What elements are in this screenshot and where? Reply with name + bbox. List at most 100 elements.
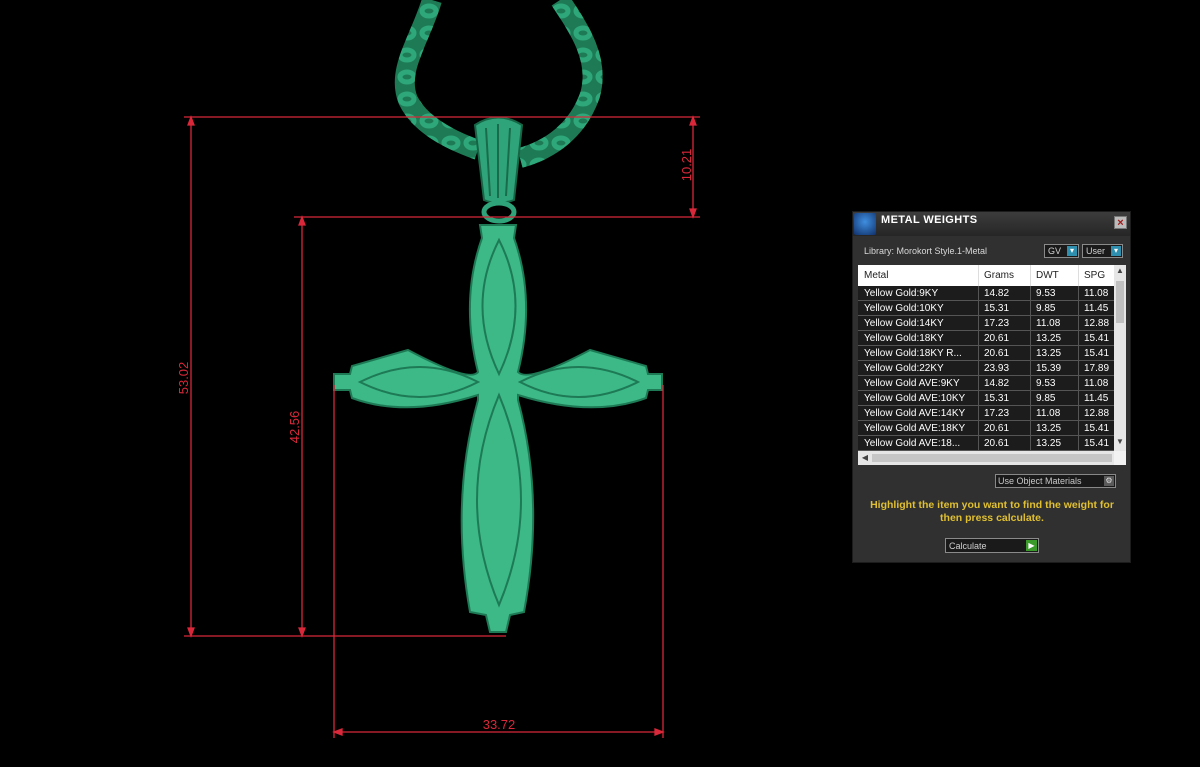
- table-row[interactable]: Yellow Gold:18KY R... 20.61 13.25 15.41: [858, 346, 1114, 361]
- column-divider: [1078, 316, 1079, 331]
- calculate-label: Calculate: [949, 541, 987, 551]
- cell-spg: 15.41: [1084, 423, 1110, 434]
- column-divider: [978, 331, 979, 346]
- column-header-metal[interactable]: Metal: [864, 270, 888, 281]
- cell-metal: Yellow Gold:9KY: [864, 288, 939, 299]
- library-label: Library: Morokort Style.1-Metal: [864, 246, 988, 256]
- pendant-bail: [473, 116, 524, 224]
- user-dropdown-value: User: [1086, 246, 1106, 256]
- chevron-down-icon: ▾: [1111, 246, 1121, 256]
- column-header-dwt[interactable]: DWT: [1036, 270, 1059, 281]
- cell-grams: 20.61: [984, 423, 1010, 434]
- cell-grams: 17.23: [984, 408, 1010, 419]
- scroll-up-icon[interactable]: ▲: [1114, 266, 1126, 275]
- table-row[interactable]: Yellow Gold:9KY 14.82 9.53 11.08: [858, 286, 1114, 301]
- cell-spg: 17.89: [1084, 363, 1110, 374]
- column-header-grams[interactable]: Grams: [984, 270, 1014, 281]
- cell-metal: Yellow Gold AVE:14KY: [864, 408, 966, 419]
- cell-grams: 20.61: [984, 333, 1010, 344]
- close-icon[interactable]: ×: [1114, 216, 1127, 229]
- vertical-scrollbar[interactable]: ▲ ▼: [1114, 265, 1126, 451]
- cell-spg: 15.41: [1084, 348, 1110, 359]
- table-row[interactable]: Yellow Gold:22KY 23.93 15.39 17.89: [858, 361, 1114, 376]
- column-divider: [1030, 346, 1031, 361]
- cross-width-label: 33.72: [483, 717, 516, 732]
- play-icon: ▶: [1026, 540, 1037, 551]
- cell-dwt: 9.53: [1036, 378, 1056, 389]
- cell-spg: 11.45: [1084, 393, 1109, 404]
- cell-spg: 12.88: [1084, 408, 1110, 419]
- cell-dwt: 9.85: [1036, 303, 1056, 314]
- cell-spg: 11.08: [1084, 288, 1109, 299]
- column-divider: [1078, 265, 1079, 286]
- cell-metal: Yellow Gold AVE:18KY: [864, 423, 966, 434]
- instructions-text: Highlight the item you want to find the …: [870, 499, 1114, 524]
- scroll-left-icon[interactable]: ◀: [859, 453, 871, 462]
- column-divider: [978, 265, 979, 286]
- panel-titlebar[interactable]: METAL WEIGHTS ×: [853, 212, 1130, 236]
- column-divider: [1078, 331, 1079, 346]
- cell-metal: Yellow Gold:14KY: [864, 318, 944, 329]
- unit-dropdown-value: GV: [1048, 246, 1062, 256]
- calculate-button[interactable]: Calculate ▶: [945, 538, 1039, 553]
- cell-dwt: 13.25: [1036, 348, 1062, 359]
- column-header-spg[interactable]: SPG: [1084, 270, 1105, 281]
- column-divider: [1030, 406, 1031, 421]
- panel-title: METAL WEIGHTS: [881, 214, 978, 226]
- column-divider: [1078, 361, 1079, 376]
- table-row[interactable]: Yellow Gold:14KY 17.23 11.08 12.88: [858, 316, 1114, 331]
- column-divider: [1030, 436, 1031, 451]
- column-divider: [978, 406, 979, 421]
- cell-metal: Yellow Gold:18KY: [864, 333, 944, 344]
- column-divider: [1030, 331, 1031, 346]
- metal-table: Metal Grams DWT SPG Yellow Gold:9KY 14.82…: [858, 265, 1126, 465]
- table-row[interactable]: Yellow Gold AVE:18... 20.61 13.25 15.41: [858, 436, 1114, 451]
- cell-spg: 15.41: [1084, 438, 1110, 449]
- cell-metal: Yellow Gold:10KY: [864, 303, 944, 314]
- materials-dropdown[interactable]: Use Object Materials ⚙: [995, 474, 1116, 488]
- column-divider: [1078, 391, 1079, 406]
- column-divider: [978, 391, 979, 406]
- horizontal-scrollbar[interactable]: ◀: [858, 451, 1114, 465]
- chevron-down-icon: ▾: [1067, 246, 1077, 256]
- scroll-down-icon[interactable]: ▼: [1114, 437, 1126, 446]
- cell-dwt: 13.25: [1036, 423, 1062, 434]
- column-divider: [978, 361, 979, 376]
- column-divider: [1030, 376, 1031, 391]
- column-divider: [1030, 301, 1031, 316]
- column-divider: [978, 436, 979, 451]
- column-divider: [978, 301, 979, 316]
- column-divider: [1078, 406, 1079, 421]
- overall-height-label: 53.02: [176, 362, 191, 395]
- column-divider: [978, 421, 979, 436]
- column-divider: [978, 286, 979, 301]
- unit-dropdown[interactable]: GV ▾: [1044, 244, 1079, 258]
- gear-icon: ⚙: [1104, 476, 1114, 486]
- table-row[interactable]: Yellow Gold AVE:9KY 14.82 9.53 11.08: [858, 376, 1114, 391]
- cell-spg: 15.41: [1084, 333, 1110, 344]
- cell-grams: 14.82: [984, 288, 1010, 299]
- cell-metal: Yellow Gold:18KY R...: [864, 348, 962, 359]
- cell-grams: 15.31: [984, 393, 1010, 404]
- cell-dwt: 9.53: [1036, 288, 1056, 299]
- materials-dropdown-value: Use Object Materials: [998, 476, 1082, 486]
- bail-height-label: 10.21: [679, 149, 694, 182]
- cell-spg: 11.45: [1084, 303, 1109, 314]
- user-dropdown[interactable]: User ▾: [1082, 244, 1123, 258]
- column-divider: [1030, 421, 1031, 436]
- scroll-thumb[interactable]: [1116, 281, 1124, 323]
- cell-grams: 23.93: [984, 363, 1010, 374]
- cell-metal: Yellow Gold AVE:9KY: [864, 378, 960, 389]
- column-divider: [978, 346, 979, 361]
- table-row[interactable]: Yellow Gold:10KY 15.31 9.85 11.45: [858, 301, 1114, 316]
- table-row[interactable]: Yellow Gold:18KY 20.61 13.25 15.41: [858, 331, 1114, 346]
- cross-pendant: [333, 224, 663, 633]
- table-row[interactable]: Yellow Gold AVE:14KY 17.23 11.08 12.88: [858, 406, 1114, 421]
- table-row[interactable]: Yellow Gold AVE:10KY 15.31 9.85 11.45: [858, 391, 1114, 406]
- cell-dwt: 15.39: [1036, 363, 1062, 374]
- scroll-thumb[interactable]: [872, 454, 1112, 462]
- cell-grams: 15.31: [984, 303, 1010, 314]
- table-row[interactable]: Yellow Gold AVE:18KY 20.61 13.25 15.41: [858, 421, 1114, 436]
- column-divider: [1078, 286, 1079, 301]
- column-divider: [1030, 316, 1031, 331]
